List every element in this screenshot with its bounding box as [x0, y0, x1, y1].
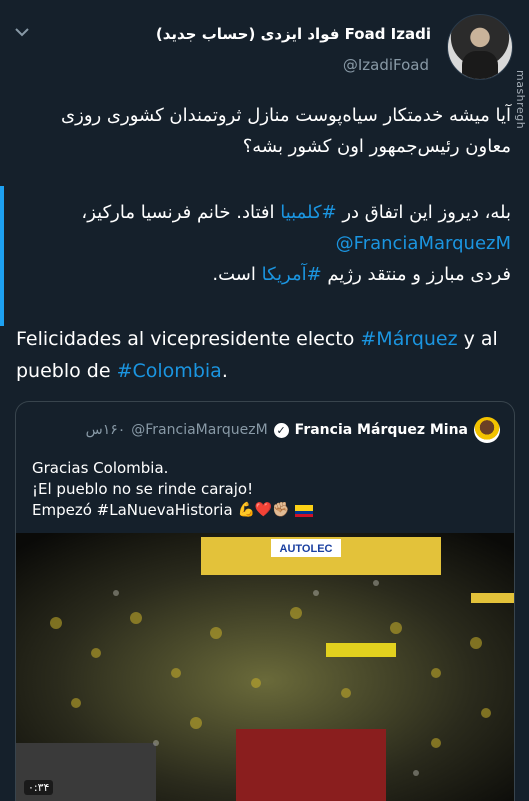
- text-segment: افتاد. خانم فرنسیا مارکیز،: [81, 202, 281, 223]
- text-segment: بله، دیروز این اتفاق در: [336, 202, 511, 223]
- emoji-group: 💪❤️✊🏼: [237, 502, 290, 518]
- watermark: mashregh: [514, 70, 527, 130]
- yellow-banner: [326, 643, 396, 657]
- hashtag-america-fa[interactable]: #آمریکا: [262, 264, 322, 285]
- quoted-tweet-header: Francia Márquez Mina ✓ @FranciaMarquezM …: [86, 416, 500, 444]
- verified-badge-icon: ✓: [273, 422, 289, 438]
- author-name-en: Foad Izadi: [344, 25, 431, 43]
- chevron-down-icon[interactable]: [14, 24, 30, 40]
- tweet-text-fa-answer: بله، دیروز این اتفاق در #کلمبیا افتاد. خ…: [11, 197, 511, 259]
- car-red: [236, 729, 386, 801]
- tweet-text-fa-description: فردی مبارز و منتقد رژیم #آمریکا است.: [11, 259, 511, 290]
- text-segment: .: [221, 360, 228, 382]
- quoted-tweet-text: Gracias Colombia. ¡El pueblo no se rinde…: [32, 458, 313, 521]
- quoted-line-3-text: Empezó #LaNuevaHistoria: [32, 501, 233, 519]
- quoted-author-handle: @FranciaMarquezM: [131, 422, 268, 438]
- quoted-author-name: Francia Márquez Mina: [294, 422, 468, 438]
- mention-link[interactable]: @FranciaMarquezM: [336, 233, 511, 254]
- quoted-tweet-time: ۱۶۰س: [85, 422, 126, 438]
- side-accent-bar: [0, 186, 4, 326]
- text-segment: Felicidades al vicepresidente electo: [16, 328, 361, 350]
- text-segment: است.: [212, 264, 262, 285]
- tweet-text-fa-question: آیا میشه خدمتکار سیاه‌پوست منازل ثروتمند…: [61, 105, 511, 157]
- quoted-line-1: Gracias Colombia.: [32, 459, 169, 477]
- author-handle[interactable]: @IzadiFoad: [343, 56, 429, 74]
- hashtag-marquez[interactable]: #Márquez: [360, 328, 457, 350]
- author-name-fa: فواد ایزدی: [260, 25, 340, 43]
- crowd-video-frame: AUTOLEC: [16, 533, 514, 801]
- quoted-author-avatar: [474, 417, 500, 443]
- author-avatar[interactable]: [447, 14, 513, 80]
- quoted-tweet[interactable]: Francia Márquez Mina ✓ @FranciaMarquezM …: [15, 401, 515, 801]
- colombia-flag-icon: [294, 504, 313, 517]
- tweet-text-es: Felicidades al vicepresidente electo #Má…: [16, 323, 516, 387]
- store-sign: AUTOLEC: [280, 543, 333, 555]
- author-note: (حساب جدید): [155, 25, 256, 43]
- quoted-line-3: Empezó #LaNuevaHistoria 💪❤️✊🏼: [32, 500, 313, 521]
- quoted-video[interactable]: AUTOLEC ۰:۳۴: [16, 533, 514, 801]
- video-duration: ۰:۳۴: [24, 780, 54, 795]
- text-segment: فردی مبارز و منتقد رژیم: [321, 264, 511, 285]
- quoted-line-2: ¡El pueblo no se rinde carajo!: [32, 480, 254, 498]
- hashtag-colombia[interactable]: #Colombia: [117, 360, 222, 382]
- author-name[interactable]: (حساب جدید) فواد ایزدی Foad Izadi: [156, 25, 431, 43]
- hashtag-colombia-fa[interactable]: #کلمبیا: [280, 202, 336, 223]
